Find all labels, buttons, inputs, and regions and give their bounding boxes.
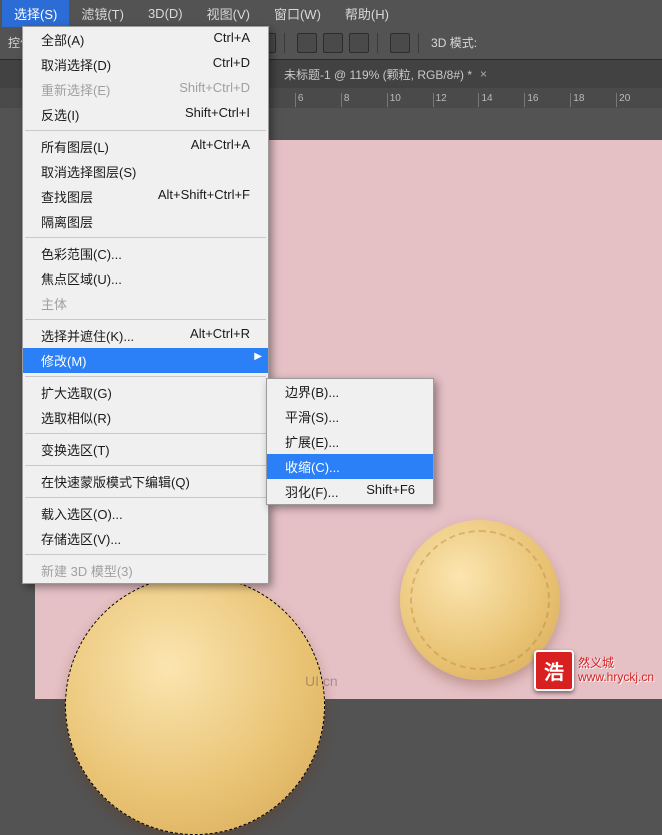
menu-item[interactable]: 视图(V) — [195, 0, 262, 27]
menu-row[interactable]: 色彩范围(C)... — [23, 241, 268, 266]
submenu-row-label: 平滑(S)... — [285, 407, 339, 426]
submenu-row-label: 扩展(E)... — [285, 432, 339, 451]
menu-row[interactable]: 取消选择图层(S) — [23, 159, 268, 184]
menu-separator — [25, 376, 266, 377]
document-tab[interactable]: 未标题-1 @ 119% (颗粒, RGB/8#) * × — [270, 60, 501, 89]
menu-row[interactable]: 查找图层 Alt+Shift+Ctrl+F — [23, 184, 268, 209]
submenu-row[interactable]: 收缩(C)... — [267, 454, 433, 479]
menu-separator — [25, 465, 266, 466]
menu-row: 主体 — [23, 291, 268, 316]
menu-row[interactable]: 选取相似(R) — [23, 405, 268, 430]
menu-separator — [25, 497, 266, 498]
menu-row-label: 选择并遮住(K)... — [41, 326, 134, 345]
tool-icon[interactable] — [390, 33, 410, 53]
menu-item[interactable]: 窗口(W) — [262, 0, 333, 27]
submenu-row-label: 羽化(F)... — [285, 482, 338, 501]
tool-icon[interactable] — [297, 33, 317, 53]
canvas-watermark: UI cn — [305, 673, 338, 689]
menu-item[interactable]: 帮助(H) — [333, 0, 401, 27]
menu-separator — [25, 433, 266, 434]
watermark-text: 然义城 www.hryckj.cn — [578, 657, 654, 683]
close-icon[interactable]: × — [480, 67, 487, 81]
menu-separator — [25, 130, 266, 131]
submenu-row-shortcut: Shift+F6 — [366, 482, 415, 501]
modify-submenu: 边界(B)... 平滑(S)... 扩展(E)... 收缩(C)... 羽化(F)...… — [266, 378, 434, 505]
menu-row-label: 隔离图层 — [41, 212, 93, 231]
menu-row-label: 色彩范围(C)... — [41, 244, 122, 263]
menu-row-label: 修改(M) — [41, 351, 87, 370]
menu-row-label: 载入选区(O)... — [41, 504, 123, 523]
menu-row-label: 反选(I) — [41, 105, 79, 124]
ruler-tick: 10 — [387, 93, 433, 107]
menu-item[interactable]: 3D(D) — [136, 2, 195, 25]
menu-row[interactable]: 焦点区域(U)... — [23, 266, 268, 291]
menu-row-label: 主体 — [41, 294, 67, 313]
menu-row-label: 查找图层 — [41, 187, 93, 206]
tool-icon[interactable] — [323, 33, 343, 53]
menu-row[interactable]: 变换选区(T) — [23, 437, 268, 462]
submenu-arrow-icon: ▶ — [254, 351, 262, 362]
menu-row-label: 在快速蒙版模式下编辑(Q) — [41, 472, 190, 491]
site-watermark: 浩 然义城 www.hryckj.cn — [534, 650, 654, 691]
menu-item[interactable]: 滤镜(T) — [69, 0, 136, 27]
submenu-row[interactable]: 边界(B)... — [267, 379, 433, 404]
menu-row[interactable]: 存储选区(V)... — [23, 526, 268, 551]
menu-row-shortcut: Shift+Ctrl+D — [179, 80, 250, 99]
menu-row-label: 变换选区(T) — [41, 440, 110, 459]
submenu-row[interactable]: 扩展(E)... — [267, 429, 433, 454]
ruler-tick: 20 — [616, 93, 662, 107]
menu-row[interactable]: 选择并遮住(K)... Alt+Ctrl+R — [23, 323, 268, 348]
submenu-row-label: 边界(B)... — [285, 382, 339, 401]
menu-row-shortcut: Ctrl+D — [213, 55, 250, 74]
menu-item[interactable]: 选择(S) — [2, 0, 69, 27]
submenu-row[interactable]: 羽化(F)... Shift+F6 — [267, 479, 433, 504]
menu-separator — [25, 554, 266, 555]
menu-row[interactable]: 载入选区(O)... — [23, 501, 268, 526]
menu-separator — [25, 319, 266, 320]
ruler-tick: 16 — [524, 93, 570, 107]
ruler-tick: 18 — [570, 93, 616, 107]
submenu-row-label: 收缩(C)... — [285, 457, 340, 476]
menu-row[interactable]: 隔离图层 — [23, 209, 268, 234]
menu-row-label: 所有图层(L) — [41, 137, 109, 156]
menu-row[interactable]: 扩大选取(G) — [23, 380, 268, 405]
menu-row[interactable]: 取消选择(D) Ctrl+D — [23, 52, 268, 77]
menu-row[interactable]: 修改(M) ▶ — [23, 348, 268, 373]
menu-row: 新建 3D 模型(3) — [23, 558, 268, 583]
menu-row-label: 取消选择(D) — [41, 55, 111, 74]
menu-row: 重新选择(E) Shift+Ctrl+D — [23, 77, 268, 102]
menu-row[interactable]: 所有图层(L) Alt+Ctrl+A — [23, 134, 268, 159]
menu-row-label: 新建 3D 模型(3) — [41, 561, 133, 580]
tool-group — [297, 33, 378, 53]
menu-row-shortcut: Ctrl+A — [214, 30, 250, 49]
menu-row-label: 存储选区(V)... — [41, 529, 121, 548]
tool-group — [390, 33, 419, 53]
menu-bar: 选择(S)滤镜(T)3D(D)视图(V)窗口(W)帮助(H) — [0, 0, 662, 26]
menu-row-label: 扩大选取(G) — [41, 383, 112, 402]
menu-row-label: 全部(A) — [41, 30, 84, 49]
ruler-tick: 12 — [433, 93, 479, 107]
menu-row-label: 选取相似(R) — [41, 408, 111, 427]
menu-row-label: 取消选择图层(S) — [41, 162, 136, 181]
ruler-tick: 14 — [478, 93, 524, 107]
menu-row-label: 重新选择(E) — [41, 80, 110, 99]
watermark-badge: 浩 — [534, 650, 574, 691]
tab-title: 未标题-1 @ 119% (颗粒, RGB/8#) * — [284, 66, 472, 83]
menu-row-shortcut: Alt+Ctrl+R — [190, 326, 250, 345]
menu-row[interactable]: 反选(I) Shift+Ctrl+I — [23, 102, 268, 127]
tool-icon[interactable] — [349, 33, 369, 53]
menu-row-shortcut: Alt+Shift+Ctrl+F — [158, 187, 250, 206]
menu-row-shortcut: Shift+Ctrl+I — [185, 105, 250, 124]
submenu-row[interactable]: 平滑(S)... — [267, 404, 433, 429]
cookie-shape-large — [65, 575, 325, 835]
menu-row-label: 焦点区域(U)... — [41, 269, 122, 288]
menu-row[interactable]: 全部(A) Ctrl+A — [23, 27, 268, 52]
select-menu-dropdown: 全部(A) Ctrl+A 取消选择(D) Ctrl+D 重新选择(E) Shift+Ctr… — [22, 26, 269, 584]
menu-row[interactable]: 在快速蒙版模式下编辑(Q) — [23, 469, 268, 494]
menu-separator — [25, 237, 266, 238]
ruler-tick: 6 — [295, 93, 341, 107]
ruler-tick: 8 — [341, 93, 387, 107]
mode-label: 3D 模式: — [431, 34, 477, 51]
menu-row-shortcut: Alt+Ctrl+A — [191, 137, 250, 156]
